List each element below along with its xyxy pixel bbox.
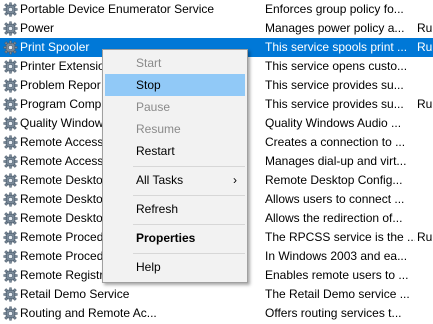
service-status: Ru xyxy=(417,230,433,244)
service-description: This service opens custo... xyxy=(265,59,408,73)
service-description: This service spools print ... xyxy=(265,40,408,54)
service-description: Manages power policy a... xyxy=(265,21,405,35)
menu-separator xyxy=(133,253,245,254)
service-gear-icon xyxy=(3,268,18,283)
service-gear-icon xyxy=(3,306,18,321)
service-description: Quality Windows Audio ... xyxy=(265,116,402,130)
menu-item-refresh[interactable]: Refresh xyxy=(105,198,245,220)
service-description: Enforces group policy fo... xyxy=(265,2,404,16)
service-name: Power xyxy=(20,21,55,35)
menu-separator xyxy=(133,166,245,167)
service-gear-icon xyxy=(3,211,18,226)
service-row[interactable]: Routing and Remote Ac... Offers routing s… xyxy=(0,304,433,323)
service-gear-icon xyxy=(3,287,18,302)
service-row[interactable]: Retail Demo Service The Retail Demo servi… xyxy=(0,285,433,304)
service-gear-icon xyxy=(3,249,18,264)
service-gear-icon xyxy=(3,2,18,17)
service-description: Allows the redirection of... xyxy=(265,211,403,225)
service-gear-icon xyxy=(3,21,18,36)
chevron-right-icon: › xyxy=(233,173,237,187)
service-gear-icon xyxy=(3,40,18,55)
service-description: In Windows 2003 and ea... xyxy=(265,249,408,263)
service-description: Enables remote users to ... xyxy=(265,268,409,282)
menu-item-stop[interactable]: Stop xyxy=(105,74,245,96)
menu-separator xyxy=(133,224,245,225)
context-menu: Start Stop Pause Resume Restart All Task… xyxy=(102,49,248,283)
service-name: Retail Demo Service xyxy=(20,287,130,301)
menu-item-pause[interactable]: Pause xyxy=(105,96,245,118)
menu-item-all-tasks-label: All Tasks xyxy=(136,173,184,187)
service-row[interactable]: Power Manages power policy a... Ru xyxy=(0,19,433,38)
service-gear-icon xyxy=(3,230,18,245)
menu-item-start[interactable]: Start xyxy=(105,52,245,74)
service-status: Ru xyxy=(417,40,433,54)
service-gear-icon xyxy=(3,135,18,150)
menu-item-properties[interactable]: Properties xyxy=(105,227,245,249)
menu-item-help[interactable]: Help xyxy=(105,256,245,278)
service-gear-icon xyxy=(3,97,18,112)
service-description: Remote Desktop Config... xyxy=(265,173,403,187)
menu-item-all-tasks[interactable]: All Tasks › xyxy=(105,169,245,191)
service-row[interactable]: Portable Device Enumerator Service Enforc… xyxy=(0,0,433,19)
menu-item-resume[interactable]: Resume xyxy=(105,118,245,140)
service-description: Manages dial-up and virt... xyxy=(265,154,407,168)
service-name: Routing and Remote Ac... xyxy=(20,306,157,320)
service-description: Creates a connection to ... xyxy=(265,135,406,149)
menu-item-restart[interactable]: Restart xyxy=(105,140,245,162)
service-description: Offers routing services t... xyxy=(265,306,402,320)
service-status: Ru xyxy=(417,21,433,35)
service-gear-icon xyxy=(3,78,18,93)
service-gear-icon xyxy=(3,192,18,207)
service-gear-icon xyxy=(3,59,18,74)
service-gear-icon xyxy=(3,154,18,169)
service-gear-icon xyxy=(3,116,18,131)
service-description: This service provides su... xyxy=(265,78,404,92)
service-status: Ru xyxy=(417,97,433,111)
service-name: Portable Device Enumerator Service xyxy=(20,2,215,16)
service-description: This service provides su... xyxy=(265,97,404,111)
menu-separator xyxy=(133,195,245,196)
service-gear-icon xyxy=(3,173,18,188)
service-description: The RPCSS service is the ... xyxy=(265,230,415,244)
service-description: Allows users to connect ... xyxy=(265,192,405,206)
service-description: The Retail Demo service ... xyxy=(265,287,410,301)
